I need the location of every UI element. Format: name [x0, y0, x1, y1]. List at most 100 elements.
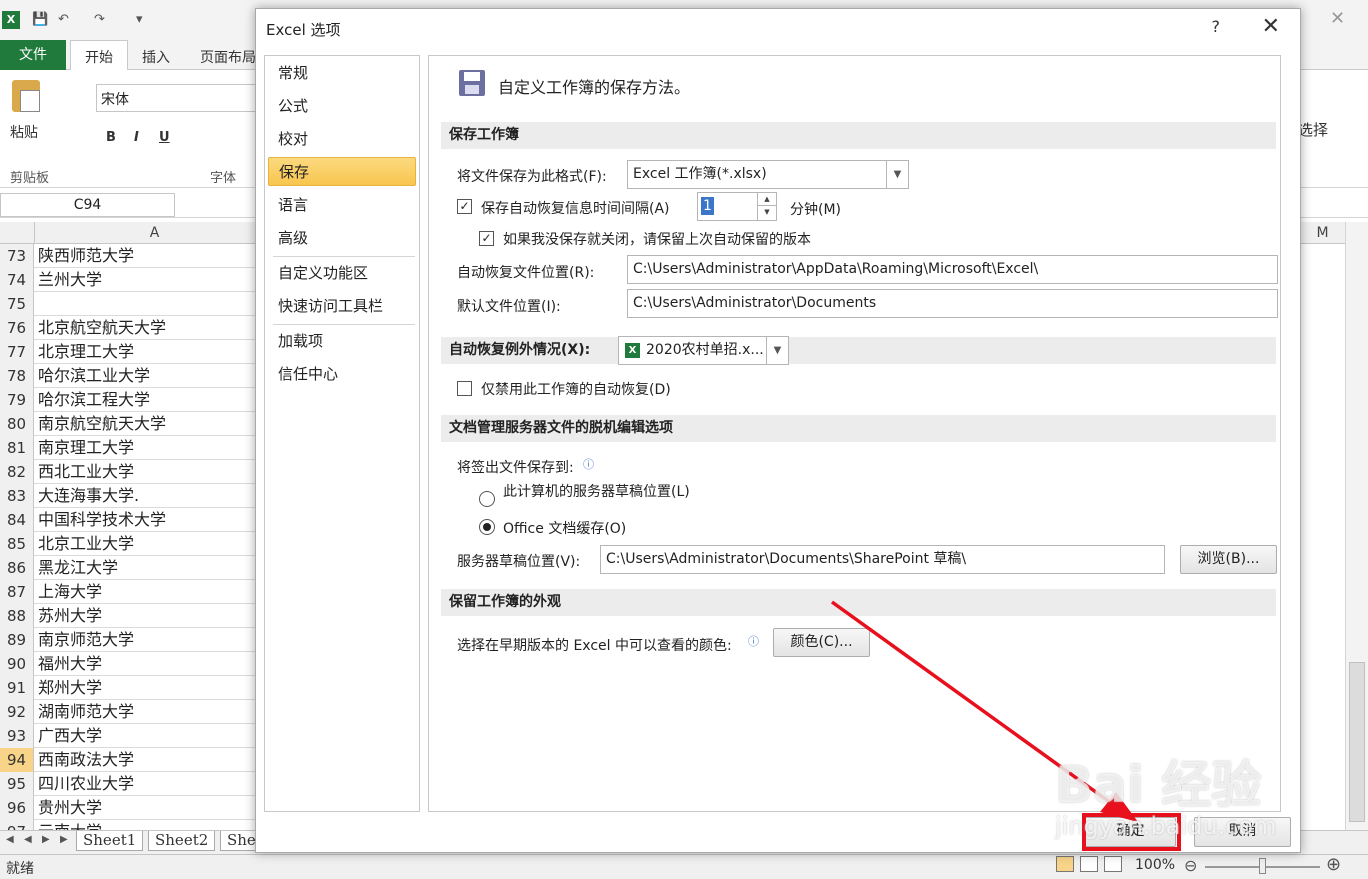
zoom-in-icon[interactable]: ⊕ [1326, 854, 1341, 875]
spin-up-icon[interactable]: ▲ [758, 193, 776, 206]
scrollbar-thumb[interactable] [1349, 662, 1365, 822]
column-header-m[interactable]: M [1300, 222, 1345, 244]
row-number[interactable]: 78 [0, 364, 34, 388]
nav-item-language[interactable]: 语言 [268, 191, 416, 220]
chevron-down-icon[interactable]: ▼ [766, 337, 788, 364]
cell-value[interactable]: 南京师范大学 [38, 628, 134, 652]
name-box[interactable]: C94 [0, 193, 175, 217]
cell-value[interactable]: 四川农业大学 [38, 772, 134, 796]
tab-insert[interactable]: 插入 [142, 47, 170, 67]
row-number[interactable]: 83 [0, 484, 34, 508]
row-number[interactable]: 93 [0, 724, 34, 748]
nav-item-quick-access-toolbar[interactable]: 快速访问工具栏 [268, 292, 416, 321]
save-icon[interactable]: 💾 [32, 12, 48, 27]
server-drafts-location-input[interactable]: C:\Users\Administrator\Documents\SharePo… [600, 545, 1165, 574]
row-number[interactable]: 92 [0, 700, 34, 724]
nav-item-general[interactable]: 常规 [268, 59, 416, 88]
row-number[interactable]: 81 [0, 436, 34, 460]
keep-last-version-label[interactable]: 如果我没保存就关闭，请保留上次自动保留的版本 [503, 229, 811, 249]
cell-value[interactable]: 大连海事大学. [38, 484, 139, 508]
save-format-select[interactable]: Excel 工作簿(*.xlsx) ▼ [627, 160, 909, 189]
paste-icon[interactable] [12, 80, 40, 112]
row-number[interactable]: 74 [0, 268, 34, 292]
zoom-out-icon[interactable]: ⊖ [1184, 856, 1197, 875]
cell-value[interactable]: 陕西师范大学 [38, 244, 134, 268]
nav-item-save[interactable]: 保存 [268, 157, 416, 186]
row-number[interactable]: 94 [0, 748, 34, 772]
row-number[interactable]: 91 [0, 676, 34, 700]
server-drafts-radio-label[interactable]: 此计算机的服务器草稿位置(L) [503, 481, 690, 501]
cell-value[interactable]: 哈尔滨工业大学 [38, 364, 150, 388]
row-number[interactable]: 84 [0, 508, 34, 532]
customize-qat-icon[interactable]: ▾ [136, 12, 143, 27]
row-number[interactable]: 82 [0, 460, 34, 484]
paste-label[interactable]: 粘贴 [10, 122, 38, 142]
cell-value[interactable]: 上海大学 [38, 580, 102, 604]
italic-button[interactable]: I [134, 130, 139, 145]
row-number[interactable]: 87 [0, 580, 34, 604]
cell-value[interactable]: 西北工业大学 [38, 460, 134, 484]
row-number[interactable]: 86 [0, 556, 34, 580]
page-layout-view-icon[interactable] [1080, 856, 1098, 872]
normal-view-icon[interactable] [1056, 856, 1074, 872]
tab-page-layout[interactable]: 页面布局 [200, 47, 256, 67]
cell-value[interactable]: 北京航空航天大学 [38, 316, 166, 340]
cell-value[interactable]: 贵州大学 [38, 796, 102, 820]
row-number[interactable]: 73 [0, 244, 34, 268]
underline-button[interactable]: U [159, 130, 170, 145]
nav-item-trust-center[interactable]: 信任中心 [268, 360, 416, 389]
cell-value[interactable]: 北京理工大学 [38, 340, 134, 364]
cell-value[interactable]: 南京理工大学 [38, 436, 134, 460]
font-name-input[interactable]: 宋体 [96, 84, 256, 112]
cell-value[interactable]: 南京航空航天大学 [38, 412, 166, 436]
cell-value[interactable]: 中国科学技术大学 [38, 508, 166, 532]
row-number[interactable]: 80 [0, 412, 34, 436]
autorecover-minutes-value[interactable]: 1 [701, 197, 714, 215]
help-icon[interactable]: ? [1212, 17, 1221, 36]
row-number[interactable]: 79 [0, 388, 34, 412]
cell-value[interactable]: 黑龙江大学 [38, 556, 118, 580]
keep-last-version-checkbox[interactable]: ✓ [479, 231, 494, 246]
cell-value[interactable]: 广西大学 [38, 724, 102, 748]
disable-autorecover-checkbox[interactable] [457, 381, 472, 396]
row-number[interactable]: 75 [0, 292, 34, 316]
next-sheet-arrow-icon[interactable]: ▶ [42, 834, 50, 845]
window-close-icon[interactable]: ✕ [1330, 8, 1345, 29]
disable-autorecover-label[interactable]: 仅禁用此工作簿的自动恢复(D) [481, 379, 671, 399]
cell-value[interactable]: 西南政法大学 [38, 748, 134, 772]
prev-sheet-arrow-icon[interactable]: ◀ [24, 834, 32, 845]
chevron-down-icon[interactable]: ▼ [886, 161, 908, 188]
cell-value[interactable]: 北京工业大学 [38, 532, 134, 556]
autorecover-minutes-spinner[interactable]: 1 ▲ ▼ [697, 192, 777, 221]
sheet-tab-2[interactable]: Sheet2 [148, 831, 216, 851]
server-drafts-radio[interactable] [479, 491, 495, 507]
office-cache-radio-label[interactable]: Office 文档缓存(O) [503, 518, 626, 538]
row-number[interactable]: 85 [0, 532, 34, 556]
page-break-view-icon[interactable] [1104, 856, 1122, 872]
browse-button[interactable]: 浏览(B)... [1180, 545, 1277, 574]
row-number[interactable]: 76 [0, 316, 34, 340]
cell-value[interactable]: 兰州大学 [38, 268, 102, 292]
row-number[interactable]: 89 [0, 628, 34, 652]
autorecover-checkbox[interactable]: ✓ [457, 199, 472, 214]
column-header-a[interactable]: A [34, 222, 274, 244]
cell-value[interactable]: 郑州大学 [38, 676, 102, 700]
close-icon[interactable]: ✕ [1262, 14, 1280, 39]
first-sheet-arrow-icon[interactable]: ◀ [6, 834, 14, 845]
nav-item-formulas[interactable]: 公式 [268, 92, 416, 121]
cell-value[interactable]: 湖南师范大学 [38, 700, 134, 724]
redo-icon[interactable]: ↷ [94, 12, 105, 27]
tab-file[interactable]: 文件 [0, 40, 66, 70]
exception-workbook-select[interactable]: X 2020农村单招.x... ▼ [618, 336, 789, 365]
bold-button[interactable]: B [106, 130, 116, 145]
nav-item-proofing[interactable]: 校对 [268, 125, 416, 154]
zoom-level[interactable]: 100% [1135, 857, 1175, 873]
colors-button[interactable]: 颜色(C)... [773, 628, 870, 657]
select-button-label[interactable]: 选择 [1298, 119, 1328, 140]
row-number[interactable]: 95 [0, 772, 34, 796]
row-number[interactable]: 88 [0, 604, 34, 628]
default-location-input[interactable]: C:\Users\Administrator\Documents [627, 289, 1278, 318]
undo-icon[interactable]: ↶ [58, 12, 69, 27]
autorecover-label[interactable]: 保存自动恢复信息时间间隔(A) [481, 198, 670, 218]
spinner-buttons[interactable]: ▲ ▼ [757, 193, 776, 220]
